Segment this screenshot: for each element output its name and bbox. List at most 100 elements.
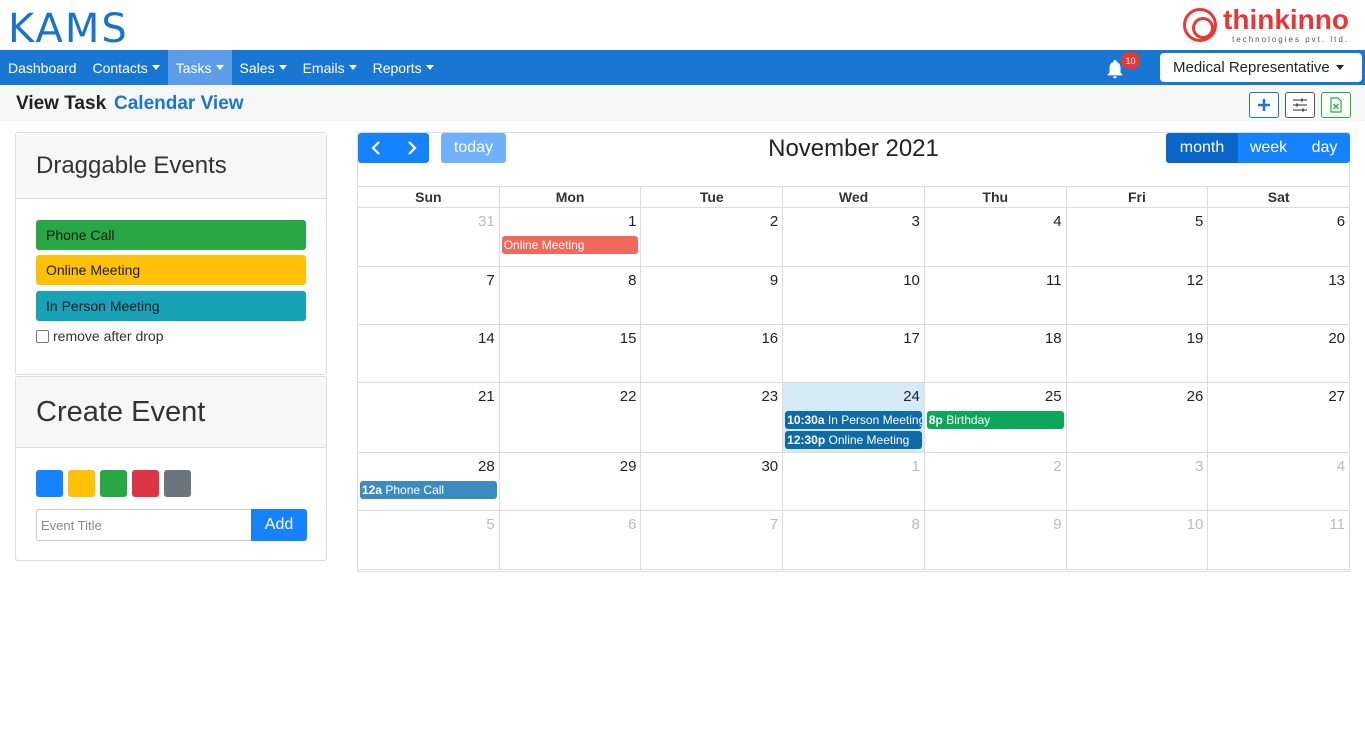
day-number[interactable]: 13 xyxy=(1328,272,1345,289)
day-cell[interactable]: 25 8p Birthday xyxy=(925,383,1067,452)
day-cell[interactable]: 13 xyxy=(1208,267,1349,324)
day-cell[interactable]: 3 xyxy=(1067,453,1209,510)
day-cell[interactable]: 30 xyxy=(641,453,784,510)
day-cell[interactable]: 6 xyxy=(500,511,642,569)
day-number[interactable]: 16 xyxy=(761,330,778,347)
day-cell[interactable]: 27 xyxy=(1208,383,1349,452)
day-number[interactable]: 5 xyxy=(1195,213,1203,230)
day-number[interactable]: 10 xyxy=(1187,516,1204,533)
day-cell[interactable]: 8 xyxy=(500,267,642,324)
day-number[interactable]: 6 xyxy=(628,516,636,533)
day-cell[interactable]: 7 xyxy=(641,511,784,569)
day-number[interactable]: 9 xyxy=(770,272,778,289)
day-cell[interactable]: 14 xyxy=(358,325,500,382)
day-number[interactable]: 6 xyxy=(1337,213,1345,230)
day-cell[interactable]: 5 xyxy=(358,511,500,569)
day-cell[interactable]: 15 xyxy=(500,325,642,382)
day-number[interactable]: 29 xyxy=(620,458,637,475)
draggable-event-online-meeting[interactable]: Online Meeting xyxy=(36,255,306,285)
day-cell[interactable]: 2 xyxy=(641,208,784,266)
nav-reports[interactable]: Reports xyxy=(365,50,442,85)
day-cell[interactable]: 19 xyxy=(1067,325,1209,382)
nav-sales[interactable]: Sales xyxy=(232,50,295,85)
day-number[interactable]: 30 xyxy=(761,458,778,475)
day-number[interactable]: 10 xyxy=(903,272,920,289)
day-cell[interactable]: 21 xyxy=(358,383,500,452)
calendar-event[interactable]: Online Meeting xyxy=(501,236,639,254)
remove-after-drop-checkbox[interactable] xyxy=(36,329,49,343)
month-view-button[interactable]: month xyxy=(1166,133,1238,163)
day-cell[interactable]: 17 xyxy=(783,325,925,382)
day-cell[interactable]: 9 xyxy=(641,267,784,324)
day-number[interactable]: 7 xyxy=(770,516,778,533)
day-cell[interactable]: 11 xyxy=(1208,511,1349,569)
day-number[interactable]: 4 xyxy=(1337,458,1345,475)
remove-after-drop-option[interactable]: remove after drop xyxy=(36,328,164,344)
nav-emails[interactable]: Emails xyxy=(295,50,365,85)
draggable-event-phone-call[interactable]: Phone Call xyxy=(36,220,306,250)
day-number[interactable]: 24 xyxy=(903,388,920,405)
calendar-event[interactable]: 8p Birthday xyxy=(926,411,1064,429)
filter-button[interactable] xyxy=(1285,92,1315,118)
day-number[interactable]: 1 xyxy=(912,458,920,475)
role-dropdown[interactable]: Medical Representative xyxy=(1160,53,1362,82)
nav-contacts[interactable]: Contacts xyxy=(85,50,168,85)
day-number[interactable]: 22 xyxy=(620,388,637,405)
day-number[interactable]: 17 xyxy=(903,330,920,347)
nav-dashboard[interactable]: Dashboard xyxy=(0,50,85,85)
day-number[interactable]: 12 xyxy=(1187,272,1204,289)
day-number[interactable]: 8 xyxy=(912,516,920,533)
day-cell[interactable]: 6 xyxy=(1208,208,1349,266)
day-view-button[interactable]: day xyxy=(1299,133,1350,163)
day-number[interactable]: 11 xyxy=(1046,272,1062,289)
day-number[interactable]: 20 xyxy=(1328,330,1345,347)
day-number[interactable]: 2 xyxy=(770,213,778,230)
day-cell[interactable]: 1 Online Meeting xyxy=(500,208,642,266)
day-cell[interactable]: 12 xyxy=(1067,267,1209,324)
day-cell[interactable]: 11 xyxy=(925,267,1067,324)
day-number[interactable]: 21 xyxy=(478,388,495,405)
day-number[interactable]: 31 xyxy=(478,213,495,230)
color-swatch[interactable] xyxy=(164,470,191,497)
day-cell[interactable]: 18 xyxy=(925,325,1067,382)
day-cell[interactable]: 22 xyxy=(500,383,642,452)
color-swatch[interactable] xyxy=(68,470,95,497)
day-cell-today[interactable]: 24 10:30a In Person Meeting 12:30p Online … xyxy=(783,383,925,452)
day-number[interactable]: 8 xyxy=(628,272,636,289)
day-number[interactable]: 26 xyxy=(1187,388,1204,405)
day-cell[interactable]: 26 xyxy=(1067,383,1209,452)
add-task-button[interactable] xyxy=(1249,92,1279,118)
day-number[interactable]: 11 xyxy=(1329,516,1345,533)
day-cell[interactable]: 5 xyxy=(1067,208,1209,266)
day-cell[interactable]: 10 xyxy=(783,267,925,324)
kams-logo[interactable]: KAMS xyxy=(8,6,129,52)
day-cell[interactable]: 10 xyxy=(1067,511,1209,569)
color-swatch[interactable] xyxy=(132,470,159,497)
day-cell[interactable]: 23 xyxy=(641,383,784,452)
day-number[interactable]: 5 xyxy=(486,516,494,533)
day-cell[interactable]: 28 12a Phone Call xyxy=(358,453,500,510)
color-swatch[interactable] xyxy=(36,470,63,497)
day-number[interactable]: 9 xyxy=(1053,516,1061,533)
day-cell[interactable]: 20 xyxy=(1208,325,1349,382)
day-cell[interactable]: 3 xyxy=(783,208,925,266)
day-number[interactable]: 4 xyxy=(1053,213,1061,230)
day-number[interactable]: 19 xyxy=(1187,330,1204,347)
day-cell[interactable]: 29 xyxy=(500,453,642,510)
export-excel-button[interactable] xyxy=(1321,92,1351,118)
day-cell[interactable]: 9 xyxy=(925,511,1067,569)
add-event-button[interactable]: Add xyxy=(251,509,307,541)
day-number[interactable]: 18 xyxy=(1045,330,1062,347)
event-title-input[interactable]: Event Title xyxy=(36,509,252,541)
calendar-event[interactable]: 12a Phone Call xyxy=(360,481,497,499)
day-number[interactable]: 3 xyxy=(912,213,920,230)
day-cell[interactable]: 4 xyxy=(1208,453,1349,510)
day-number[interactable]: 2 xyxy=(1053,458,1061,475)
day-number[interactable]: 3 xyxy=(1195,458,1203,475)
day-number[interactable]: 28 xyxy=(478,458,495,475)
nav-tasks[interactable]: Tasks xyxy=(167,50,232,85)
day-number[interactable]: 23 xyxy=(761,388,778,405)
calendar-view-link[interactable]: Calendar View xyxy=(114,93,244,115)
day-cell[interactable]: 4 xyxy=(925,208,1067,266)
day-cell[interactable]: 1 xyxy=(783,453,925,510)
